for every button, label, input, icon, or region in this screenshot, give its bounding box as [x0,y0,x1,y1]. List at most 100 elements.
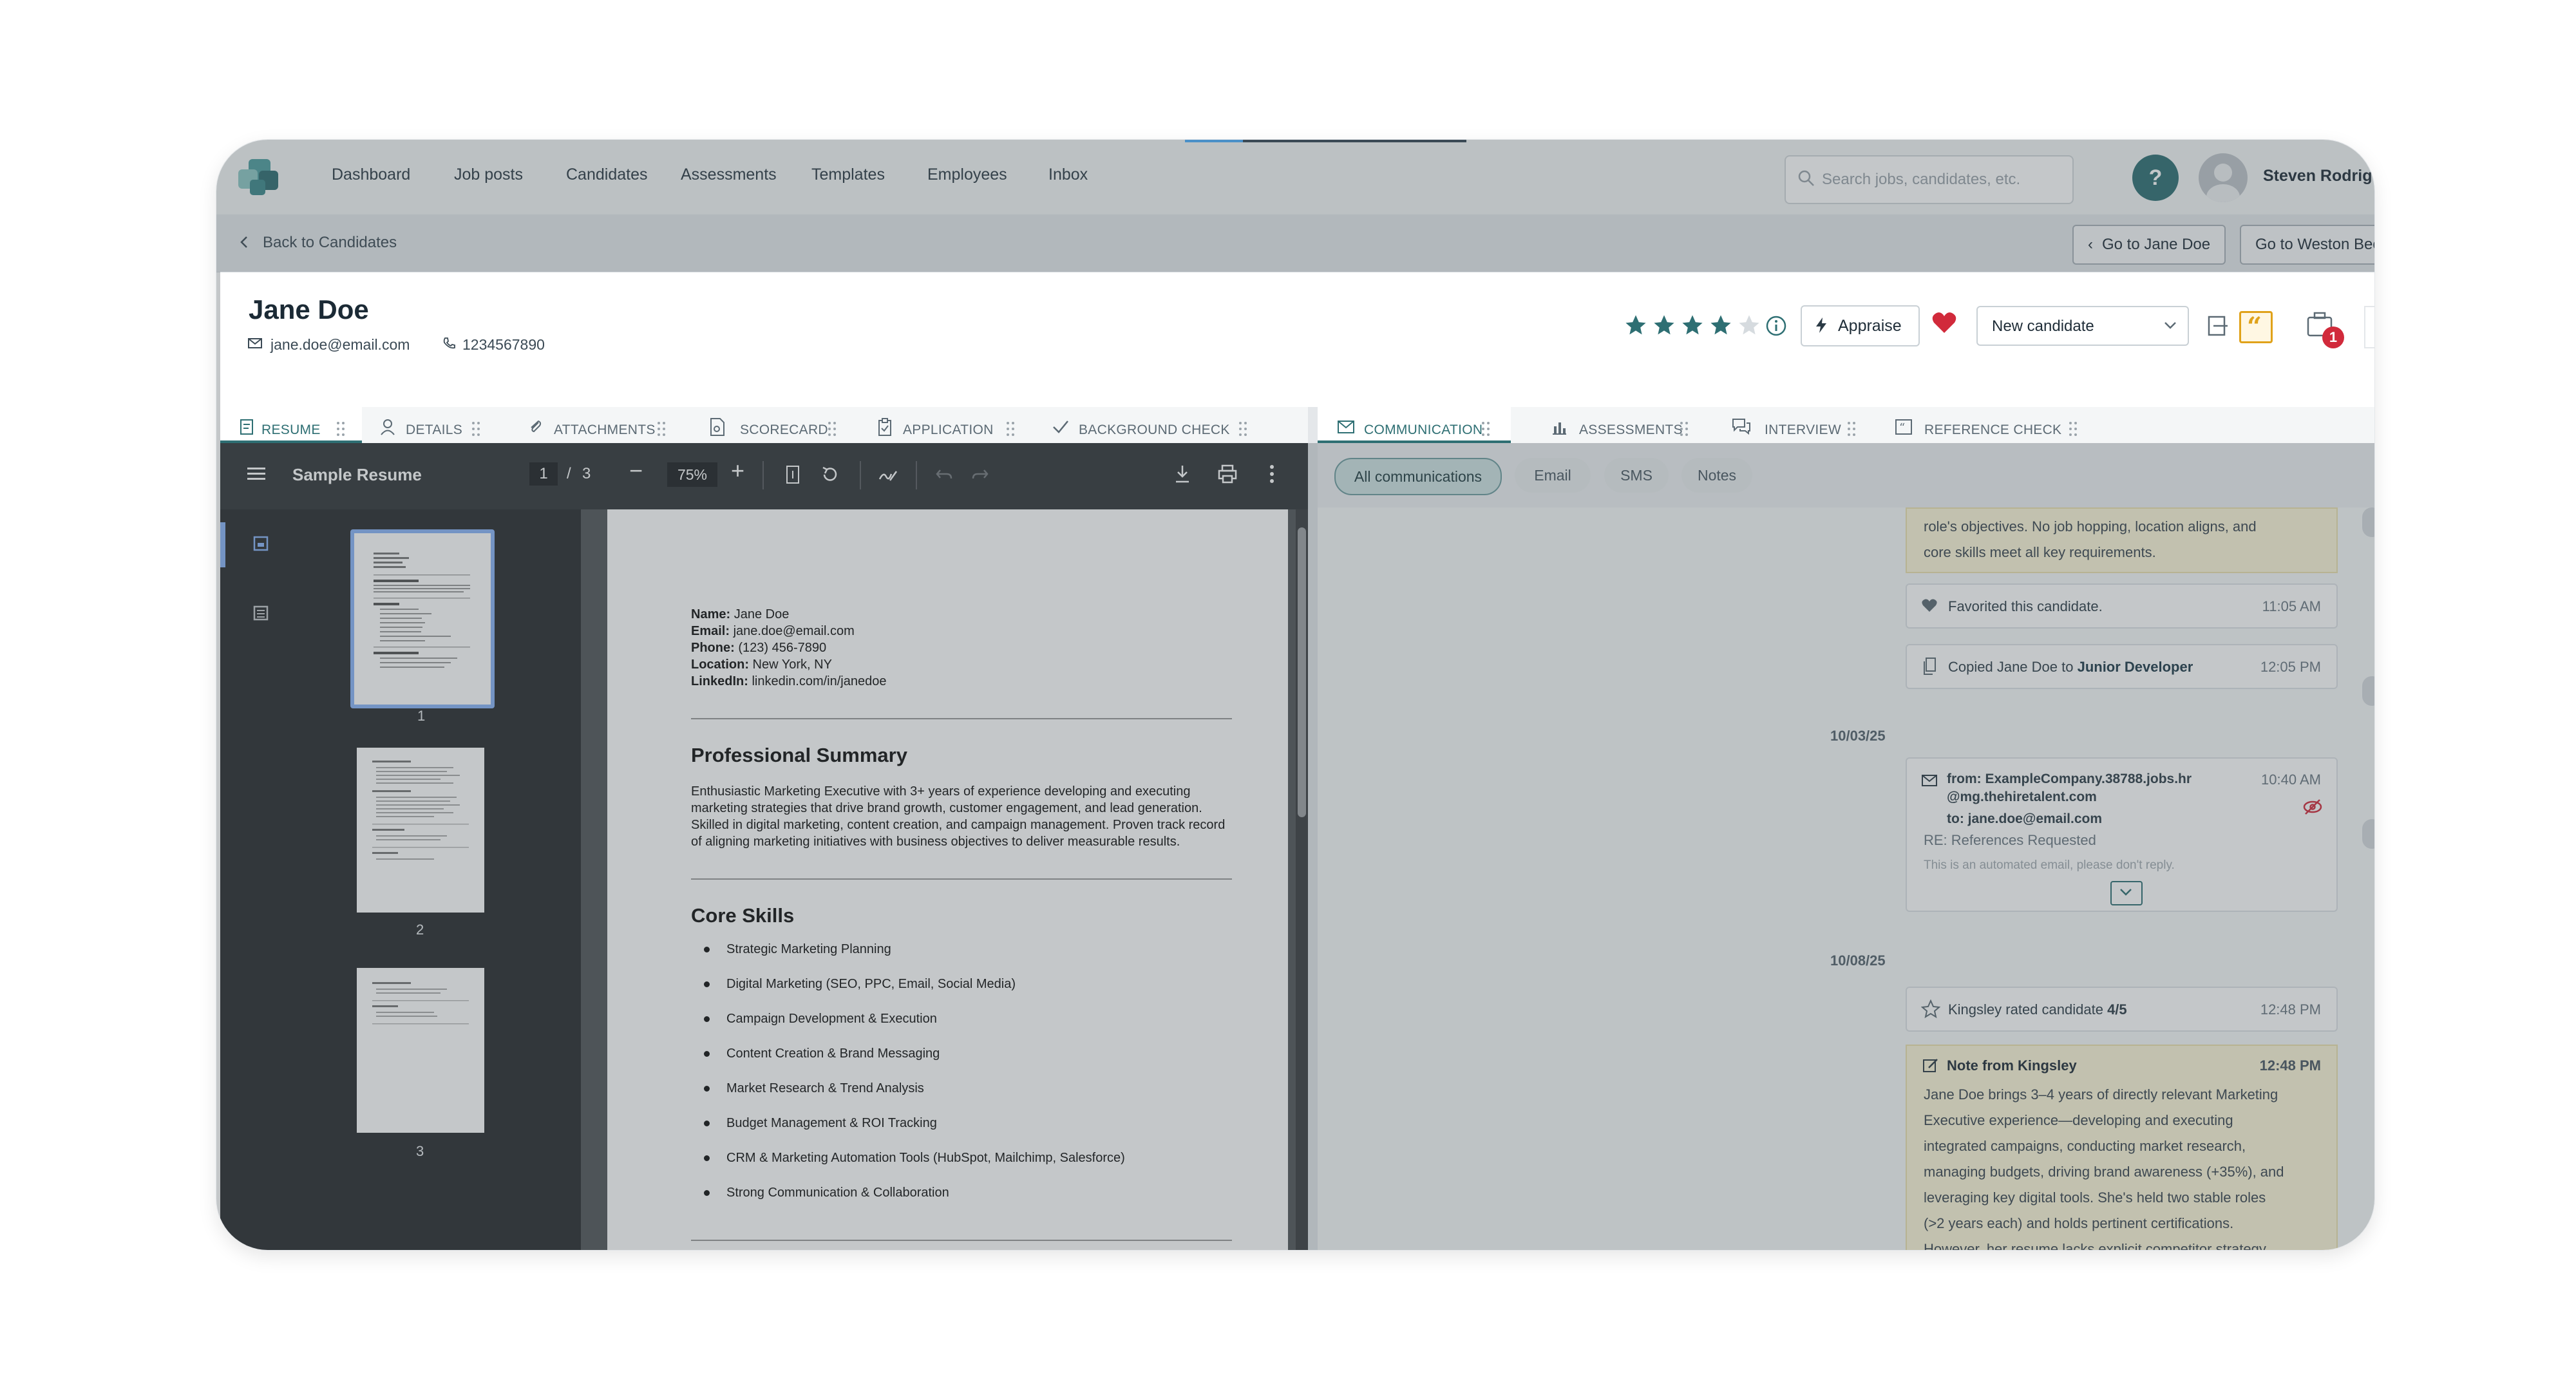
nav-employees[interactable]: Employees [927,166,1007,184]
help-button[interactable]: ? [2132,155,2179,201]
page-thumbnail-3[interactable] [357,968,484,1133]
export-icon[interactable] [2207,315,2229,337]
drag-handle-icon[interactable] [1238,420,1247,438]
page-thumbnail-2[interactable] [357,748,484,913]
star-filled-icon[interactable] [1653,314,1676,337]
nav-inbox[interactable]: Inbox [1048,166,1088,184]
note-text-line: core skills meet all key requirements. [1924,544,2156,560]
menu-icon[interactable] [247,466,267,482]
drag-handle-icon[interactable] [1481,420,1490,438]
drag-handle-icon[interactable] [828,420,837,438]
drag-handle-icon[interactable] [1680,420,1689,438]
email-card[interactable]: from: ExampleCompany.38788.jobs.hr @mg.t… [1906,757,2338,912]
filter-notes[interactable]: Notes [1681,458,1752,493]
zoom-in-button[interactable]: + [731,457,744,484]
activity-text: Copied Jane Doe to [1948,659,2078,675]
side-handle[interactable] [2362,819,2374,849]
summary-heading: Professional Summary [691,744,907,766]
drag-handle-icon[interactable] [1006,420,1015,438]
resume-contact-block: Name: Jane Doe Email: jane.doe@email.com P… [691,606,886,690]
person-icon [381,419,395,435]
chevron-down-icon [2164,322,2176,329]
thumbnails-icon[interactable] [251,534,270,553]
page-number-input[interactable]: 1 [529,462,558,486]
email-time: 10:40 AM [2261,771,2321,788]
global-search-input[interactable]: Search jobs, candidates, etc. [1785,155,2074,204]
side-handle[interactable] [2362,507,2374,537]
candidate-phone[interactable]: 1234567890 [462,336,545,354]
summary-line: Skilled in digital marketing, content cr… [691,818,1226,832]
contact-value: New York, NY [749,658,832,672]
download-icon[interactable] [1173,464,1191,484]
candidate-email[interactable]: jane.doe@email.com [270,336,410,354]
pdf-toolbar: Sample Resume 1 / 3 − 75% + [220,443,1308,509]
side-handle[interactable] [2362,676,2374,706]
go-to-next-candidate-button[interactable]: Go to Weston Bec [2240,225,2374,265]
app-logo[interactable] [229,151,283,203]
scorecard-icon [710,418,724,436]
nav-templates[interactable]: Templates [811,166,885,184]
pdf-scrollbar[interactable] [1296,509,1308,1250]
go-to-previous-candidate-button[interactable]: ‹ Go to Jane Doe [2072,225,2226,265]
skill-text: Campaign Development & Execution [726,1012,937,1026]
star-filled-icon[interactable] [1681,314,1704,337]
bullet-icon [704,1121,710,1127]
drag-handle-icon[interactable] [471,420,480,438]
info-icon[interactable] [1765,315,1787,337]
candidate-status-select[interactable]: New candidate [1976,306,2189,346]
fit-page-icon[interactable] [785,465,800,484]
note-card-kingsley[interactable]: Note from Kingsley 12:48 PM Jane Doe bri… [1906,1045,2338,1250]
nav-assessments[interactable]: Assessments [681,166,777,184]
drag-handle-icon[interactable] [657,420,666,438]
skill-item: Campaign Development & Execution [704,1012,937,1027]
more-button[interactable] [2364,306,2374,348]
filter-sms[interactable]: SMS [1604,458,1669,493]
job-link[interactable]: Junior Developer [2078,659,2193,675]
zoom-out-button[interactable]: − [629,457,643,484]
tab-communication[interactable]: COMMUNICATION [1318,407,1511,443]
appraise-button[interactable]: Appraise [1801,305,1920,346]
paperclip-icon [531,420,542,433]
bullet-icon [704,981,710,988]
expand-email-button[interactable] [2110,881,2143,905]
panel-splitter[interactable] [1308,407,1318,1250]
annotate-pen-icon[interactable] [877,465,899,484]
quote-button[interactable]: “ [2239,311,2273,343]
filter-email[interactable]: Email [1515,458,1591,493]
drag-handle-icon[interactable] [336,420,345,438]
contact-row: Location: New York, NY [691,656,886,673]
favorite-heart-icon[interactable] [1931,311,1957,334]
bullet-icon [704,1051,710,1057]
nav-candidates[interactable]: Candidates [566,166,647,184]
undo-icon[interactable] [935,468,953,482]
contact-value: Jane Doe [730,607,790,621]
contact-label: Name: [691,607,731,621]
clipboard-icon [878,418,891,436]
outline-icon[interactable] [251,603,270,623]
activity-time: 12:05 PM [2260,659,2321,675]
page-thumbnail-1[interactable] [350,529,495,708]
drag-handle-icon[interactable] [1847,420,1856,438]
user-avatar[interactable] [2199,153,2248,202]
user-name[interactable]: Steven Rodrigu [2263,167,2374,185]
drag-handle-icon[interactable] [2069,420,2078,438]
redo-icon[interactable] [971,468,989,482]
filter-all-communications[interactable]: All communications [1334,458,1502,495]
nav-dashboard[interactable]: Dashboard [332,166,410,184]
candidate-name: Jane Doe [249,294,369,325]
star-filled-icon[interactable] [1709,314,1732,337]
jobs-briefcase-button[interactable]: 1 [2303,307,2344,348]
skill-item: Strategic Marketing Planning [704,942,891,957]
rotate-icon[interactable] [820,465,840,484]
pdf-scrollbar-thumb[interactable] [1298,527,1306,817]
bullet-icon [704,947,710,953]
nav-job-posts[interactable]: Job posts [454,166,523,184]
more-vertical-icon[interactable] [1269,464,1275,484]
star-empty-icon[interactable] [1738,314,1761,337]
bullet-icon [704,1016,710,1023]
tab-resume[interactable]: RESUME [220,407,362,443]
skill-text: Market Research & Trend Analysis [726,1081,924,1095]
star-filled-icon[interactable] [1624,314,1647,337]
print-icon[interactable] [1217,464,1238,484]
zoom-level-input[interactable]: 75% [667,462,717,487]
